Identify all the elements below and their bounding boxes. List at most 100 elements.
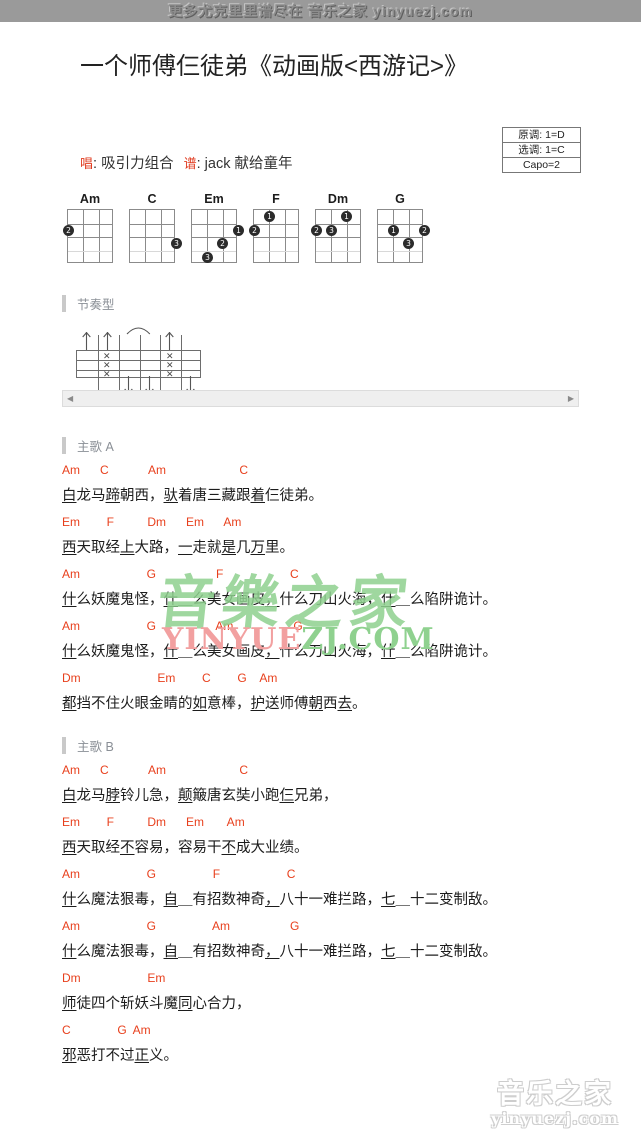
capo-row: Capo=2 <box>522 159 561 171</box>
section-bar <box>62 736 66 754</box>
fret-line <box>254 224 298 225</box>
rhythm-section-title: 节奏型 <box>77 297 115 312</box>
arranger-name: jack 献给童年 <box>204 156 293 172</box>
scroll-right-arrow-icon[interactable]: ▶ <box>564 394 578 403</box>
section-bar <box>62 294 66 312</box>
selected-key-row: 选调: 1=C <box>503 143 580 158</box>
fret-line <box>130 251 174 252</box>
chord-name: C <box>147 192 157 206</box>
chord-name: Em <box>204 192 224 206</box>
fret-line <box>316 251 360 252</box>
finger-dot-2: 2 <box>217 238 228 249</box>
chord-fretboard: 12 <box>249 209 299 263</box>
finger-dot-2: 2 <box>63 225 74 236</box>
lyric-line: 邪恶打不过正义。 <box>62 1048 178 1064</box>
strum-up-arrow-icon <box>82 332 91 350</box>
lyric-line: 什么妖魔鬼怪，什＿么美女画皮，什么刀山火海，什＿么陷阱诡计。 <box>62 644 497 660</box>
chord-fretboard: 3 <box>129 209 182 263</box>
rhythm-beat-line <box>119 335 120 393</box>
singer-colon: : <box>93 156 102 172</box>
sheet-page: 一个师傅仨徒弟《动画版<西游记>》 唱: 吸引力组合 谱: jack 献给童年 原… <box>0 22 641 1136</box>
lyric-line: 都挡不住火眼金睛的如意棒，护送师傅朝西去。 <box>62 696 367 712</box>
lyric-line: 白龙马脖铃儿急，颠簸唐玄奘小跑仨兄弟， <box>62 788 338 804</box>
fret-line <box>192 237 236 238</box>
lyric-line: 什么妖魔鬼怪，什＿么美女画皮，什么刀山火海，什＿么陷阱诡计。 <box>62 592 497 608</box>
finger-dot-3: 3 <box>403 238 414 249</box>
fret-line <box>130 237 174 238</box>
rhythm-beat-line <box>181 335 182 393</box>
string-line <box>285 210 286 262</box>
chord-fretboard: 2 <box>63 209 113 263</box>
fret-line <box>378 237 422 238</box>
fret-line <box>254 237 298 238</box>
chord-diagram-f: F 12 <box>248 192 304 263</box>
finger-dot-3: 3 <box>202 252 213 263</box>
chord-name: Am <box>79 192 101 206</box>
string-line <box>223 210 224 262</box>
rhythm-beat-line <box>160 335 161 393</box>
section-bar <box>62 436 66 454</box>
lyric-section-body: Am C Am C 白龙马蹄朝西，驮着唐三藏跟着仨徒弟。 Em F Dm Em Am… <box>62 460 622 720</box>
string-line <box>83 210 84 262</box>
lyric-line: 白龙马蹄朝西，驮着唐三藏跟着仨徒弟。 <box>62 488 323 504</box>
string-line <box>161 210 162 262</box>
bottom-watermark-cn: 音乐之家 <box>497 1079 613 1110</box>
finger-dot-3: 3 <box>326 225 337 236</box>
chord-diagram-am: Am 2 <box>62 192 118 263</box>
fret-line <box>192 224 236 225</box>
chord-fretboard: 123 <box>311 209 361 263</box>
lyric-line: 师徒四个斩妖斗魔同心合力， <box>62 996 251 1012</box>
bottom-watermark: 音乐之家 yinyuezj.com <box>480 1080 630 1128</box>
chord-diagram-row: Am 2 C 3 Em 1 2 3 F 1 2 Dm 1 2 3 G 1 2 3 <box>62 192 462 282</box>
arranger-label: 谱 <box>183 156 197 171</box>
string-line <box>393 210 394 262</box>
chord-diagram-em: Em 1 2 3 <box>186 192 244 263</box>
chord-line: C G Am <box>62 1023 151 1037</box>
finger-dot-2: 2 <box>311 225 322 236</box>
fret-line <box>378 251 422 252</box>
lyric-section-title: 主歌 A <box>77 439 114 454</box>
chord-line: Dm Em C G Am <box>62 671 278 685</box>
lyric-line: 什么魔法狠毒，自＿有招数神奇，八十一难拦路，七＿十二变制敌。 <box>62 892 497 908</box>
chord-fretboard: 123 <box>191 209 244 263</box>
chord-diagram-dm: Dm 1 2 3 <box>310 192 366 263</box>
rhythm-section-head: 节奏型 <box>62 294 115 312</box>
chord-name: G <box>395 192 405 206</box>
chord-name: F <box>272 192 280 206</box>
page-title: 一个师傅仨徒弟《动画版<西游记>》 <box>80 53 469 80</box>
chord-line: Am C Am C <box>62 763 249 777</box>
lyric-section-head: 主歌 B <box>62 736 114 754</box>
chord-line: Am G Am G <box>62 919 300 933</box>
key-info-box: 原调: 1=D 选调: 1=C Capo=2 <box>502 127 581 173</box>
arranger-colon: : <box>196 156 205 172</box>
scroll-left-arrow-icon[interactable]: ◀ <box>63 394 77 403</box>
fret-line <box>68 224 112 225</box>
string-line <box>99 210 100 262</box>
fret-line <box>68 251 112 252</box>
rhythm-beat-line <box>140 335 141 393</box>
lyric-line: 西天取经不容易，容易干不成大业绩。 <box>62 840 309 856</box>
muted-string-x-icon: ✕ <box>103 370 111 380</box>
fret-line <box>316 237 360 238</box>
strum-up-arrow-icon <box>103 332 112 350</box>
finger-dot-2: 2 <box>249 225 260 236</box>
bottom-watermark-url: yinyuezj.com <box>491 1109 619 1128</box>
finger-dot-1: 1 <box>264 211 275 222</box>
horizontal-scrollbar[interactable]: ◀ ▶ <box>62 390 579 407</box>
lyric-line: 什么魔法狠毒，自＿有招数神奇，八十一难拦路，七＿十二变制敌。 <box>62 944 497 960</box>
lyric-section-title: 主歌 B <box>77 739 114 754</box>
fret-line <box>254 251 298 252</box>
rhythm-staff <box>76 335 201 393</box>
rhythm-beat-line <box>98 335 99 393</box>
chord-line: Dm Em <box>62 971 166 985</box>
singer-name: 吸引力组合 <box>101 156 174 172</box>
lyric-line: 西天取经上大路，一走就是几万里。 <box>62 540 294 556</box>
byline: 唱: 吸引力组合 谱: jack 献给童年 <box>80 152 292 173</box>
string-line <box>409 210 410 262</box>
finger-dot-1: 1 <box>233 225 244 236</box>
lyric-section-body: Am C Am C 白龙马脖铃儿急，颠簸唐玄奘小跑仨兄弟， Em F Dm Em A… <box>62 760 622 1072</box>
string-line <box>331 210 332 262</box>
site-banner-text: 更多尤克里里谱尽在 音乐之家 yinyuezj.com <box>168 3 473 19</box>
original-key-row: 原调: 1=D <box>503 128 580 143</box>
lyric-section-head: 主歌 A <box>62 436 114 454</box>
